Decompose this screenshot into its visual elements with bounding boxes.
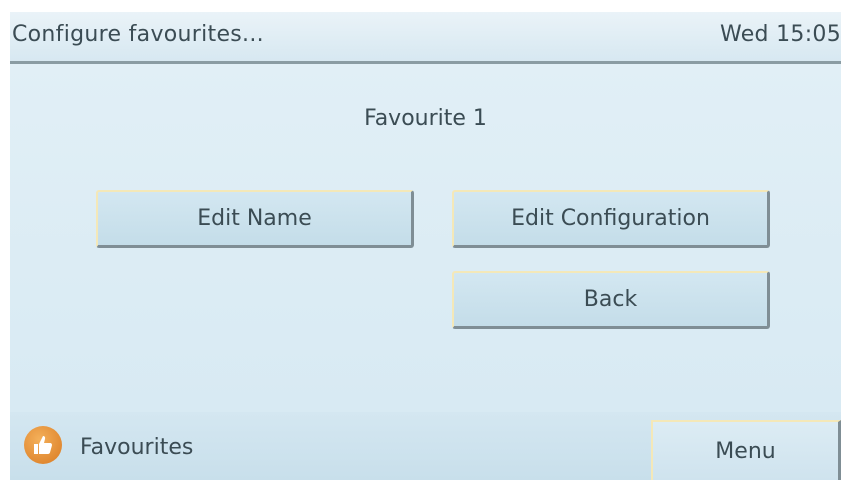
device-screen: Configure favourites... Wed 15:05 Favour… <box>10 12 841 480</box>
screen-title: Configure favourites... <box>12 22 264 47</box>
edit-configuration-label: Edit Configuration <box>511 206 710 231</box>
menu-label: Menu <box>715 438 776 464</box>
page-title: Favourite 1 <box>364 106 487 131</box>
clock: Wed 15:05 <box>719 22 841 47</box>
edit-name-button[interactable]: Edit Name <box>96 190 414 248</box>
main-panel: Favourite 1 Edit Name Edit Configuration… <box>10 64 841 412</box>
back-label: Back <box>583 287 638 312</box>
footer-bar: Favourites Menu <box>10 412 841 480</box>
back-button[interactable]: Back <box>452 271 770 329</box>
thumbs-up-icon[interactable] <box>24 426 62 464</box>
thumbs-up-glyph <box>34 436 53 454</box>
menu-button[interactable]: Menu <box>651 420 841 480</box>
title-bar: Configure favourites... Wed 15:05 <box>10 12 841 64</box>
edit-configuration-button[interactable]: Edit Configuration <box>452 190 770 248</box>
favourites-label[interactable]: Favourites <box>80 435 193 460</box>
edit-name-label: Edit Name <box>197 206 312 231</box>
